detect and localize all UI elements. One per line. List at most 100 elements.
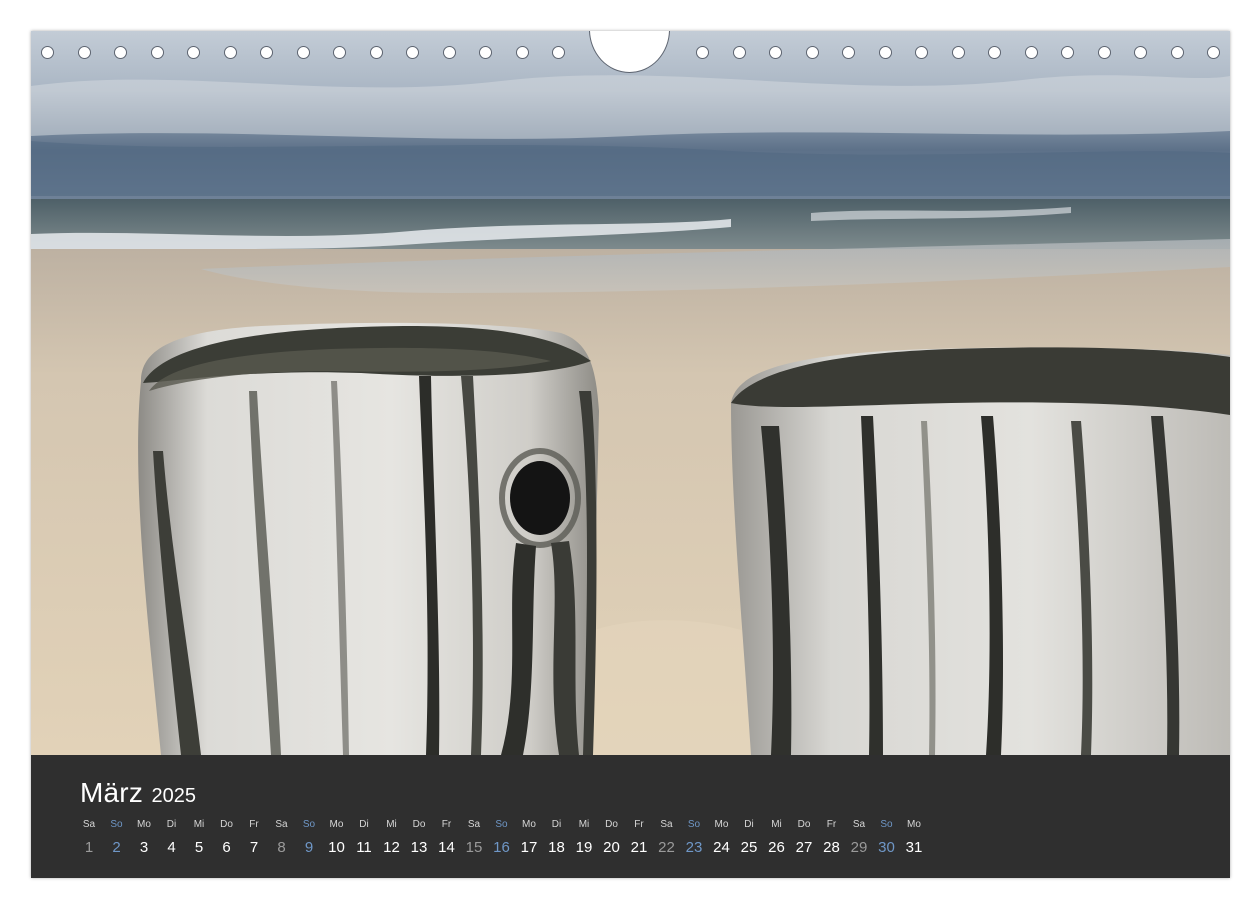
day-number: 28: [823, 839, 840, 856]
day-cell: Mo 10: [322, 819, 352, 856]
day-cell: Do 20: [597, 819, 627, 856]
weekday-label: So: [302, 819, 316, 830]
day-cell: Sa 15: [459, 819, 489, 856]
day-cell: Fr 21: [624, 819, 654, 856]
binding-hole: [951, 46, 965, 59]
day-number: 27: [795, 839, 813, 856]
day-number: 9: [304, 839, 314, 856]
day-cell: Mo 24: [707, 819, 737, 856]
day-cell: Di 4: [157, 819, 187, 856]
weekday-label: Mo: [137, 819, 151, 830]
day-number: 17: [520, 839, 538, 856]
day-number: 16: [493, 839, 510, 856]
binding-hole: [187, 46, 200, 59]
day-cell: Di 11: [349, 819, 379, 856]
day-number: 4: [167, 839, 176, 856]
day-cell: Fr 28: [817, 819, 847, 856]
weekday-label: Di: [166, 819, 177, 830]
day-cell: Mo 17: [514, 819, 544, 856]
weekday-label: Do: [605, 819, 618, 830]
day-number: 18: [548, 839, 565, 856]
weekday-label: Fr: [634, 819, 644, 830]
wire-binding: [31, 31, 1230, 77]
day-number: 24: [713, 839, 730, 856]
binding-hole: [77, 46, 91, 59]
day-number: 25: [740, 839, 758, 856]
binding-hole: [296, 46, 310, 59]
weekday-label: Mi: [578, 819, 590, 830]
weekday-label: Mi: [771, 819, 782, 830]
day-number: 31: [905, 839, 923, 856]
binding-hole: [260, 46, 273, 59]
weekday-label: So: [687, 819, 701, 830]
weekday-label: Sa: [467, 819, 481, 830]
day-number: 22: [658, 839, 675, 856]
binding-hole: [479, 46, 492, 59]
day-number: 15: [465, 839, 483, 856]
beach-groyne-posts-photo: [31, 31, 1230, 755]
weekday-label: Sa: [660, 819, 673, 830]
day-cell: Di 25: [734, 819, 764, 856]
weekday-label: Sa: [275, 819, 288, 830]
weekday-label: Mi: [193, 819, 205, 830]
day-number: 30: [878, 839, 895, 856]
binding-hole: [406, 46, 419, 59]
binding-hole: [223, 46, 237, 59]
day-number: 2: [112, 839, 121, 856]
day-number: 8: [277, 839, 286, 856]
day-cell: Mo 31: [899, 819, 929, 856]
weekday-label: Sa: [82, 819, 96, 830]
binding-hole: [1134, 46, 1147, 59]
weekday-label: Do: [797, 819, 811, 830]
binding-hole: [915, 46, 928, 59]
binding-hole: [732, 46, 746, 59]
day-number: 13: [410, 839, 428, 856]
weekday-label: Mo: [907, 819, 921, 830]
day-cell: Sa 29: [844, 819, 874, 856]
day-number: 26: [768, 839, 785, 856]
weekday-label: Di: [744, 819, 754, 830]
weekday-label: Mo: [329, 819, 344, 830]
day-number: 12: [383, 839, 400, 856]
day-cell: So 30: [872, 819, 902, 856]
weekday-label: So: [495, 819, 508, 830]
day-number: 19: [575, 839, 593, 856]
weekday-label: Fr: [826, 819, 837, 830]
day-cell: Di 18: [542, 819, 572, 856]
day-number: 1: [84, 839, 94, 856]
day-cell: So 2: [102, 819, 132, 856]
day-number: 14: [438, 839, 455, 856]
day-cell: Sa 1: [74, 819, 104, 856]
weekday-label: Do: [220, 819, 233, 830]
day-cell: So 23: [679, 819, 709, 856]
binding-hole: [333, 46, 346, 59]
binding-hole: [696, 46, 709, 59]
weekday-label: So: [880, 819, 893, 830]
day-cell: Fr 14: [432, 819, 462, 856]
day-cell: Mi 12: [377, 819, 407, 856]
day-number: 5: [194, 839, 204, 856]
calendar-band: März 2025 Sa 1 So 2 Mo 3 Di 4 Mi 5 Do 6 Fr 7 Sa 8 So 9 Mo 1…: [31, 755, 1230, 878]
binding-hole: [1097, 46, 1111, 59]
weekday-label: So: [110, 819, 123, 830]
weekday-label: Sa: [852, 819, 866, 830]
day-number: 21: [630, 839, 648, 856]
binding-hole: [1170, 46, 1184, 59]
binding-hole: [150, 46, 164, 59]
day-number: 20: [603, 839, 620, 856]
calendar-page: März 2025 Sa 1 So 2 Mo 3 Di 4 Mi 5 Do 6 Fr 7 Sa 8 So 9 Mo 1…: [0, 0, 1260, 908]
binding-hole: [1024, 46, 1038, 59]
binding-hole: [552, 46, 565, 59]
weekday-label: Mi: [386, 819, 397, 830]
weekday-label: Do: [412, 819, 426, 830]
binding-hole: [515, 46, 529, 59]
weekday-label: Di: [551, 819, 562, 830]
day-number: 10: [328, 839, 345, 856]
day-number: 11: [356, 839, 372, 856]
binding-hole: [369, 46, 383, 59]
day-cell: So 16: [487, 819, 517, 856]
day-cell: Sa 22: [652, 819, 682, 856]
day-cell: Do 27: [789, 819, 819, 856]
binding-hole: [988, 46, 1001, 59]
binding-hole: [442, 46, 456, 59]
